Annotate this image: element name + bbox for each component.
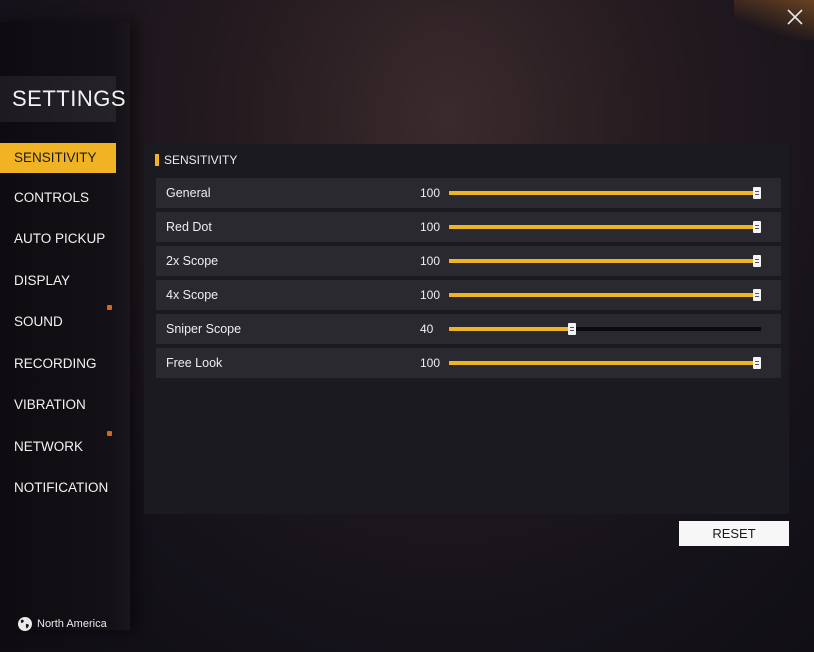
setting-row-general: General 100 xyxy=(156,178,781,208)
slider-handle[interactable] xyxy=(568,323,577,335)
slider-fill xyxy=(449,225,761,229)
slider-handle[interactable] xyxy=(753,255,761,267)
slider-fill xyxy=(449,259,761,263)
slider-fill xyxy=(449,293,761,297)
page-title: SETTINGS xyxy=(0,76,126,122)
slider-track[interactable] xyxy=(449,221,761,233)
setting-value: 100 xyxy=(420,288,441,302)
slider-handle[interactable] xyxy=(753,221,761,233)
sidebar-item-vibration[interactable]: VIBRATION xyxy=(0,390,116,420)
setting-value: 100 xyxy=(420,356,441,370)
notification-dot xyxy=(107,431,112,436)
setting-label: Free Look xyxy=(166,356,223,370)
slider-track[interactable] xyxy=(449,289,761,301)
setting-label: 2x Scope xyxy=(166,254,219,268)
setting-row-free-look: Free Look 100 xyxy=(156,348,781,378)
sidebar-item-controls[interactable]: CONTROLS xyxy=(0,183,116,213)
setting-value: 40 xyxy=(420,322,434,336)
close-icon xyxy=(787,9,803,25)
sidebar-item-sensitivity[interactable]: SENSITIVITY xyxy=(0,143,116,173)
setting-label: Sniper Scope xyxy=(166,322,242,336)
close-button[interactable] xyxy=(782,4,808,30)
setting-label: Red Dot xyxy=(166,220,212,234)
setting-label: General xyxy=(166,186,211,200)
setting-row-4x-scope: 4x Scope 100 xyxy=(156,280,781,310)
setting-value: 100 xyxy=(420,254,441,268)
header-accent xyxy=(155,154,159,166)
notification-dot xyxy=(107,305,112,310)
slider-track[interactable] xyxy=(449,357,761,369)
reset-button[interactable]: RESET xyxy=(679,521,789,546)
region-selector[interactable]: North America xyxy=(17,616,107,632)
sensitivity-panel: SENSITIVITY General 100 Red Dot 100 2x S… xyxy=(144,144,789,514)
slider-fill xyxy=(449,327,574,331)
sidebar-item-recording[interactable]: RECORDING xyxy=(0,349,116,379)
slider-track[interactable] xyxy=(449,323,761,335)
setting-row-sniper-scope: Sniper Scope 40 xyxy=(156,314,781,344)
setting-label: 4x Scope xyxy=(166,288,219,302)
slider-track[interactable] xyxy=(449,187,761,199)
setting-row-2x-scope: 2x Scope 100 xyxy=(156,246,781,276)
slider-handle[interactable] xyxy=(753,187,761,199)
sidebar-item-network[interactable]: NETWORK xyxy=(0,432,116,462)
setting-value: 100 xyxy=(420,186,441,200)
sidebar-item-display[interactable]: DISPLAY xyxy=(0,266,116,296)
sidebar-item-sound[interactable]: SOUND xyxy=(0,307,116,337)
setting-row-red-dot: Red Dot 100 xyxy=(156,212,781,242)
sidebar-item-auto-pickup[interactable]: AUTO PICKUP xyxy=(0,224,116,254)
slider-handle[interactable] xyxy=(753,357,761,369)
slider-track[interactable] xyxy=(449,255,761,267)
panel-title: SENSITIVITY xyxy=(164,153,238,167)
slider-handle[interactable] xyxy=(753,289,761,301)
panel-header: SENSITIVITY xyxy=(155,153,237,167)
sidebar-item-notification[interactable]: NOTIFICATION xyxy=(0,473,116,503)
slider-fill xyxy=(449,191,761,195)
slider-fill xyxy=(449,361,761,365)
setting-value: 100 xyxy=(420,220,441,234)
globe-icon xyxy=(18,617,32,631)
region-label: North America xyxy=(37,618,107,630)
